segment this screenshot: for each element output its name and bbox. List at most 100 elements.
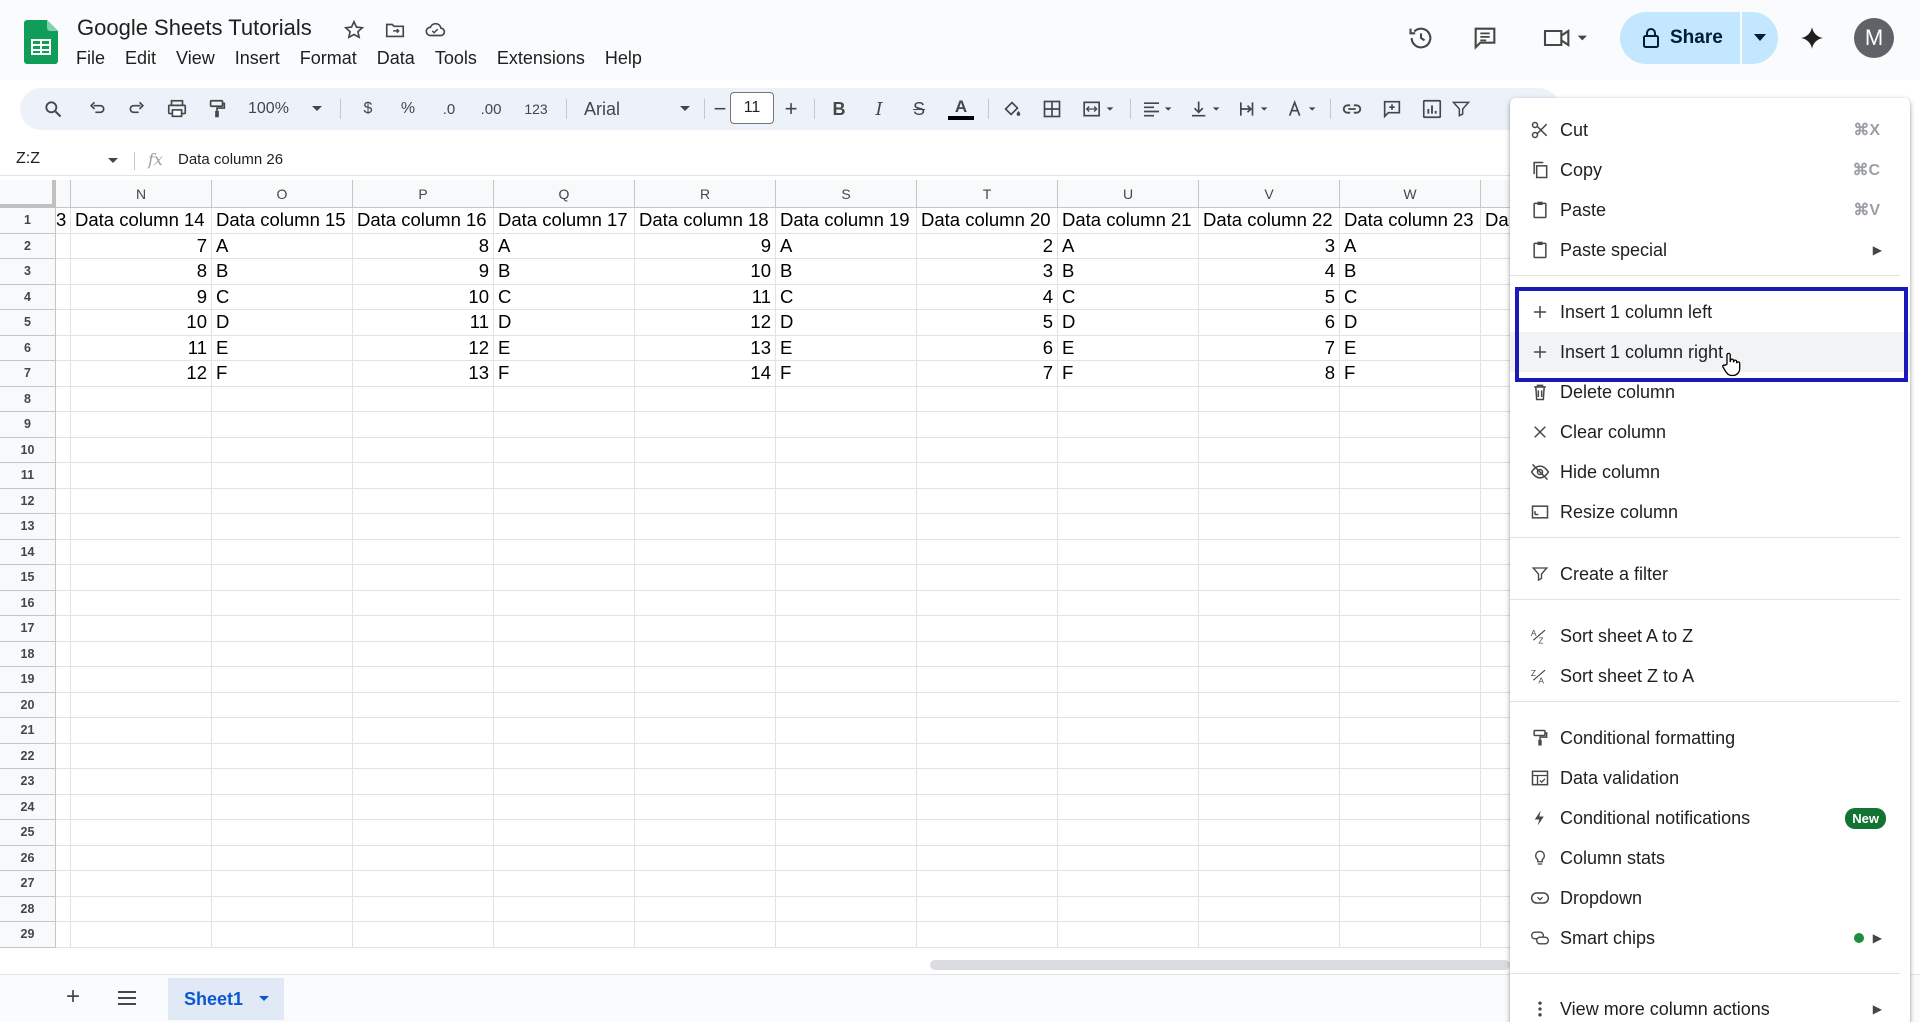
row-header-17[interactable]: 17 [0,616,56,642]
row-header-11[interactable]: 11 [0,463,56,489]
grid-cell[interactable]: E [1058,335,1199,361]
grid-cell[interactable]: 10 [635,259,776,285]
grid-cell[interactable] [56,514,71,540]
grid-cell[interactable] [71,922,212,948]
grid-cell[interactable] [1199,743,1340,769]
all-sheets-icon[interactable] [116,989,138,1012]
menu-edit[interactable]: Edit [115,46,166,70]
grid-cell[interactable] [212,769,353,795]
grid-cell[interactable] [212,386,353,412]
column-header-q[interactable]: Q [494,180,635,208]
grid-cell[interactable] [1481,744,1510,769]
grid-cell[interactable] [71,565,212,591]
row-header-3[interactable]: 3 [0,259,56,285]
row-header-24[interactable]: 24 [0,794,56,820]
menu-item-copy[interactable]: Copy ⌘C [1510,150,1910,190]
grid-cell[interactable] [71,769,212,795]
grid-cell[interactable]: F [1058,361,1199,387]
grid-cell[interactable] [353,412,494,438]
share-main-button[interactable]: Share [1620,12,1740,64]
grid-cell[interactable]: B [776,259,917,285]
grid-cell[interactable] [71,794,212,820]
document-title[interactable]: Google Sheets Tutorials [77,15,312,41]
menu-item-column-stats[interactable]: Column stats [1510,838,1910,878]
grid-cell[interactable] [917,514,1058,540]
grid-cell[interactable] [1340,871,1481,897]
grid-cell[interactable] [1481,616,1510,642]
grid-cell[interactable]: 7 [1199,335,1340,361]
grid-cell[interactable] [56,616,71,642]
menu-item-smart-chips[interactable]: Smart chips ▶ [1510,918,1910,958]
grid-cell[interactable]: 12 [635,310,776,336]
grid-cell[interactable] [1199,437,1340,463]
redo-icon[interactable] [122,88,152,130]
grid-cell[interactable] [56,718,71,744]
grid-cell[interactable]: A [1340,233,1481,259]
vertical-align-icon[interactable] [1184,88,1230,130]
column-header-p[interactable]: P [353,180,494,208]
grid-cell[interactable]: 5 [917,310,1058,336]
grid-cell[interactable] [1340,590,1481,616]
text-wrapping-icon[interactable] [1232,88,1278,130]
share-dropdown-icon[interactable] [1742,12,1778,64]
grid-cell[interactable]: Data column 21 [1058,208,1199,234]
grid-cell[interactable] [917,386,1058,412]
row-header-4[interactable]: 4 [0,284,56,310]
row-header-7[interactable]: 7 [0,361,56,387]
grid-cell[interactable]: 11 [635,284,776,310]
format-currency-button[interactable]: $ [354,88,382,130]
grid-cell[interactable] [1481,412,1510,438]
grid-cell[interactable]: 9 [353,259,494,285]
grid-cell[interactable] [917,565,1058,591]
grid-cell[interactable] [1340,565,1481,591]
grid-cell[interactable]: A [494,233,635,259]
column-header-v[interactable]: V [1199,180,1340,208]
grid-cell[interactable] [1481,438,1510,463]
grid-cell[interactable]: F [1340,361,1481,387]
grid-cell[interactable] [56,386,71,412]
grid-cell[interactable] [212,565,353,591]
menu-insert[interactable]: Insert [225,46,290,70]
name-box[interactable]: Z:Z [16,150,40,168]
grid-cell[interactable] [494,845,635,871]
grid-cell[interactable] [1199,718,1340,744]
grid-cell[interactable] [1340,769,1481,795]
grid-cell[interactable] [56,488,71,514]
grid-cell[interactable] [1481,693,1510,718]
grid-cell[interactable]: C [494,284,635,310]
grid-cell[interactable] [212,794,353,820]
grid-cell[interactable]: 7 [71,233,212,259]
grid-cell[interactable] [1481,922,1510,948]
version-history-icon[interactable] [1405,22,1437,54]
grid-cell[interactable] [1481,642,1510,667]
grid-cell[interactable]: 3 [56,208,71,234]
grid-cell[interactable] [494,718,635,744]
grid-cell[interactable] [353,794,494,820]
grid-cell[interactable] [1481,718,1510,744]
select-all-corner[interactable] [0,180,56,208]
grid-cell[interactable] [635,386,776,412]
grid-cell[interactable] [56,667,71,693]
grid-cell[interactable] [212,922,353,948]
grid-cell[interactable] [776,922,917,948]
grid-cell[interactable] [1481,667,1510,693]
grid-cell[interactable] [917,692,1058,718]
share-button[interactable]: Share [1620,12,1778,64]
grid-cell[interactable]: Data column 20 [917,208,1058,234]
column-header-t[interactable]: T [917,180,1058,208]
row-header-13[interactable]: 13 [0,514,56,540]
decrease-decimal-button[interactable]: .0 [432,88,466,130]
grid-cell[interactable]: D [1340,310,1481,336]
italic-button[interactable]: I [864,88,894,130]
meet-call-icon[interactable] [1538,22,1594,54]
grid-cell[interactable] [212,590,353,616]
grid-cell[interactable]: F [776,361,917,387]
grid-cell[interactable] [56,233,71,259]
grid-cell[interactable] [353,565,494,591]
grid-cell[interactable]: D [494,310,635,336]
menu-file[interactable]: File [66,46,115,70]
grid-cell[interactable] [776,565,917,591]
grid-cell[interactable] [776,412,917,438]
grid-cell[interactable]: Data column 16 [353,208,494,234]
search-menus-icon[interactable] [38,88,68,130]
